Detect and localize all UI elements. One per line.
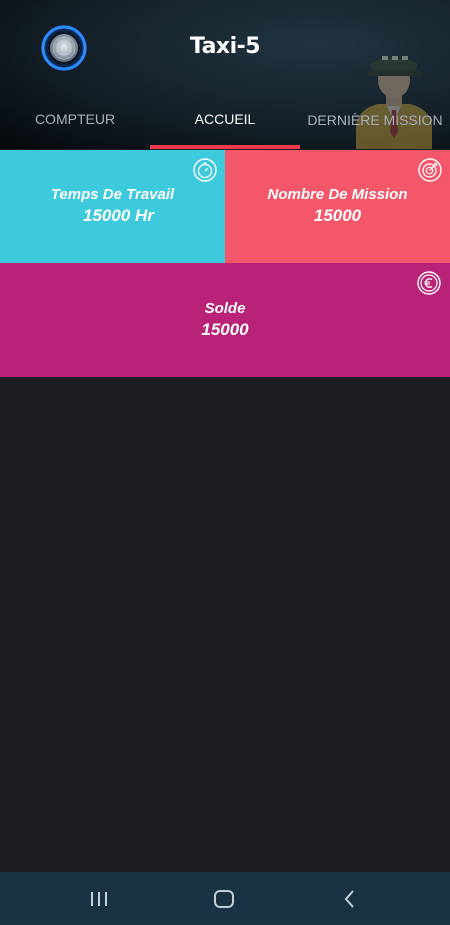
- euro-icon: [417, 271, 441, 295]
- tab-compteur[interactable]: COMPTEUR: [0, 111, 150, 147]
- stopwatch-icon: [193, 158, 217, 182]
- target-icon: [418, 158, 442, 182]
- tab-accueil[interactable]: ACCUEIL: [150, 111, 300, 147]
- card-temps-de-travail[interactable]: Temps De Travail 15000 Hr: [0, 150, 225, 263]
- card-value: 15000: [201, 320, 249, 339]
- system-navigation-bar: [0, 872, 450, 925]
- tab-bar: COMPTEUR ACCUEIL DERNIÈRE MISSION: [0, 108, 450, 149]
- back-icon[interactable]: [337, 886, 363, 912]
- card-label: Solde: [204, 300, 246, 317]
- card-value: 15000: [313, 206, 362, 225]
- home-icon[interactable]: [211, 886, 237, 912]
- app-header: Taxi-5 COMPTEUR ACCUEIL DERNIÈRE MISSION: [0, 0, 450, 149]
- card-nombre-de-mission[interactable]: Nombre De Mission 15000: [225, 150, 450, 263]
- recent-apps-icon[interactable]: [86, 886, 112, 912]
- card-label: Nombre De Mission: [267, 186, 408, 203]
- tab-derniere-mission[interactable]: DERNIÈRE MISSION: [300, 112, 450, 148]
- card-label: Temps De Travail: [50, 186, 175, 203]
- active-tab-indicator: [150, 145, 300, 149]
- card-solde[interactable]: Solde 15000: [0, 263, 450, 377]
- card-value: 15000 Hr: [83, 206, 154, 225]
- app-screen: Taxi-5 COMPTEUR ACCUEIL DERNIÈRE MISSION: [0, 0, 450, 925]
